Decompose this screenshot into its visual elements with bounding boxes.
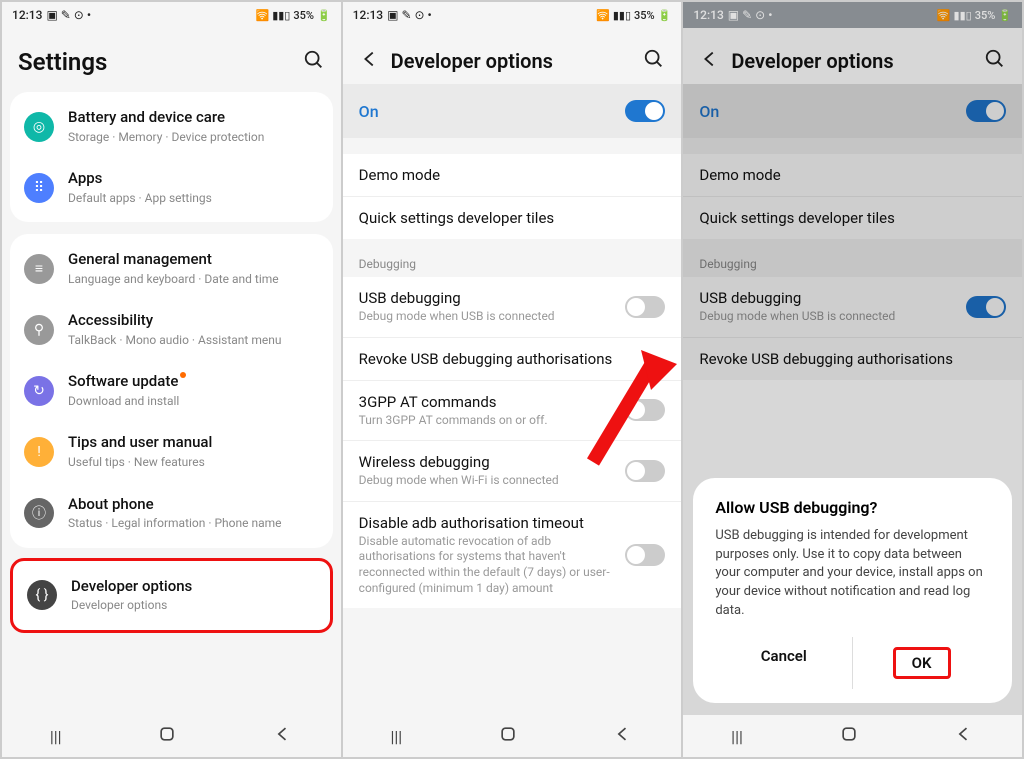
signal-icon: ▮▮▯ bbox=[272, 9, 290, 22]
status-bar: 12:13 ▣ ✎ ⊙ • 🛜 ▮▮▯ 35% 🔋 bbox=[343, 2, 682, 28]
row-wireless-debugging[interactable]: Wireless debugging Debug mode when Wi-Fi… bbox=[343, 440, 682, 501]
section-debugging: Debugging bbox=[343, 239, 682, 277]
settings-card-2: ≡ General management Language and keyboa… bbox=[10, 234, 333, 547]
nav-recents-icon[interactable]: ||| bbox=[50, 727, 62, 746]
row-quick-tiles[interactable]: Quick settings developer tiles bbox=[343, 196, 682, 239]
battery-icon: ◎ bbox=[24, 112, 54, 142]
row-usb-debugging[interactable]: USB debugging Debug mode when USB is con… bbox=[343, 277, 682, 337]
signal-icon: ▮▮▯ bbox=[613, 9, 631, 22]
row-3gpp[interactable]: 3GPP AT commands Turn 3GPP AT commands o… bbox=[343, 380, 682, 441]
usb-debugging-toggle[interactable] bbox=[625, 296, 665, 318]
nav-home-icon[interactable] bbox=[498, 724, 518, 748]
nav-home-icon[interactable] bbox=[839, 724, 859, 748]
battery-label: 35% bbox=[293, 9, 314, 22]
item-tips[interactable]: ! Tips and user manual Useful tips · New… bbox=[10, 421, 333, 482]
update-dot bbox=[180, 372, 186, 378]
general-icon: ≡ bbox=[24, 254, 54, 284]
dialog-ok-button[interactable]: OK bbox=[853, 637, 990, 689]
apps-icon: ⠿ bbox=[24, 173, 54, 203]
row-disable-adb-timeout[interactable]: Disable adb authorisation timeout Disabl… bbox=[343, 501, 682, 608]
accessibility-icon: ⚲ bbox=[24, 315, 54, 345]
item-software-update[interactable]: ↻ Software update Download and install bbox=[10, 360, 333, 421]
devopts-icon: { } bbox=[27, 580, 57, 610]
screen-devopts-off: 12:13 ▣ ✎ ⊙ • 🛜 ▮▮▯ 35% 🔋 Developer opti… bbox=[343, 2, 682, 757]
status-notif-icons: ▣ ✎ ⊙ • bbox=[46, 8, 91, 22]
nav-back-icon[interactable] bbox=[954, 724, 974, 748]
back-icon[interactable] bbox=[359, 48, 381, 74]
search-icon[interactable] bbox=[303, 49, 325, 75]
nav-bar: ||| bbox=[343, 715, 682, 757]
nav-recents-icon[interactable]: ||| bbox=[731, 727, 743, 746]
disable-adb-toggle[interactable] bbox=[625, 544, 665, 566]
screen-settings: 12:13 ▣ ✎ ⊙ • 🛜 ▮▮▯ 35% 🔋 Settings ◎ Bat… bbox=[2, 2, 341, 757]
settings-header: Settings bbox=[2, 28, 341, 86]
item-developer-options[interactable]: { } Developer options Developer options bbox=[10, 558, 333, 633]
item-about-phone[interactable]: ⓘ About phone Status · Legal information… bbox=[10, 483, 333, 544]
devopts-header: Developer options bbox=[343, 28, 682, 84]
tips-icon: ! bbox=[24, 437, 54, 467]
search-icon[interactable] bbox=[643, 48, 665, 74]
dialog-cancel-button[interactable]: Cancel bbox=[715, 637, 852, 689]
nav-back-icon[interactable] bbox=[273, 724, 293, 748]
nav-recents-icon[interactable]: ||| bbox=[390, 727, 402, 746]
dialog-body: USB debugging is intended for developmen… bbox=[715, 527, 990, 621]
item-battery-care[interactable]: ◎ Battery and device care Storage · Memo… bbox=[10, 96, 333, 157]
item-general-management[interactable]: ≡ General management Language and keyboa… bbox=[10, 238, 333, 299]
battery-icon: 🔋 bbox=[317, 9, 331, 22]
3gpp-toggle[interactable] bbox=[625, 399, 665, 421]
ok-highlight: OK bbox=[893, 647, 951, 679]
status-notif-icons: ▣ ✎ ⊙ • bbox=[387, 8, 432, 22]
wireless-toggle[interactable] bbox=[625, 460, 665, 482]
page-title: Developer options bbox=[391, 49, 553, 73]
row-revoke[interactable]: Revoke USB debugging authorisations bbox=[343, 337, 682, 380]
page-title: Settings bbox=[18, 48, 107, 76]
status-bar: 12:13 ▣ ✎ ⊙ • 🛜 ▮▮▯ 35% 🔋 bbox=[2, 2, 341, 28]
usb-debugging-dialog: Allow USB debugging? USB debugging is in… bbox=[693, 478, 1012, 703]
nav-home-icon[interactable] bbox=[157, 724, 177, 748]
screen-devopts-dialog: 12:13 ▣ ✎ ⊙ • 🛜 ▮▮▯ 35% 🔋 Developer opti… bbox=[683, 2, 1022, 757]
status-time: 12:13 bbox=[12, 8, 42, 22]
battery-icon: 🔋 bbox=[658, 9, 672, 22]
nav-back-icon[interactable] bbox=[613, 724, 633, 748]
master-toggle[interactable] bbox=[625, 100, 665, 122]
master-toggle-row[interactable]: On bbox=[343, 84, 682, 138]
battery-label: 35% bbox=[634, 9, 655, 22]
nav-bar: ||| bbox=[2, 715, 341, 757]
status-time: 12:13 bbox=[353, 8, 383, 22]
dialog-title: Allow USB debugging? bbox=[715, 498, 990, 517]
item-apps[interactable]: ⠿ Apps Default apps · App settings bbox=[10, 157, 333, 218]
update-icon: ↻ bbox=[24, 376, 54, 406]
item-accessibility[interactable]: ⚲ Accessibility TalkBack · Mono audio · … bbox=[10, 299, 333, 360]
wifi-icon: 🛜 bbox=[255, 9, 269, 22]
row-demo-mode[interactable]: Demo mode bbox=[343, 154, 682, 196]
about-icon: ⓘ bbox=[24, 498, 54, 528]
wifi-icon: 🛜 bbox=[596, 9, 610, 22]
settings-card-1: ◎ Battery and device care Storage · Memo… bbox=[10, 92, 333, 222]
nav-bar: ||| bbox=[683, 715, 1022, 757]
